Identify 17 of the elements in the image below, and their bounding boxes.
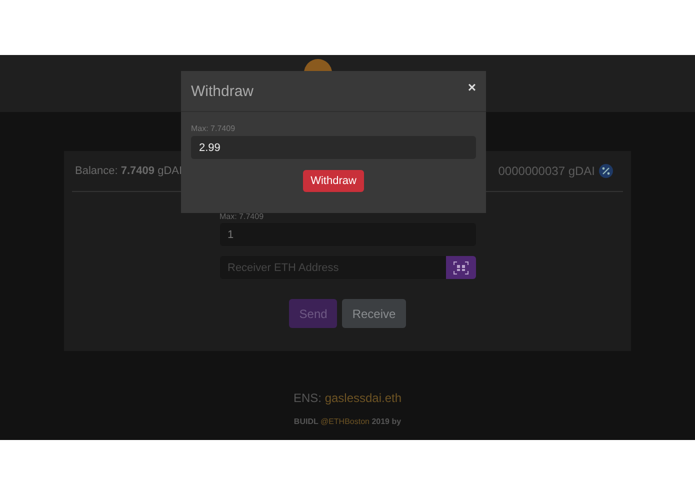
withdraw-button[interactable]: Withdraw bbox=[302, 170, 364, 192]
withdraw-amount-field[interactable]: 2.99 bbox=[191, 136, 476, 159]
credit-text: BUIDL @ETHBoston 2019 by bbox=[293, 417, 402, 426]
close-button[interactable]: × bbox=[468, 79, 476, 95]
percent-icon[interactable] bbox=[599, 164, 613, 178]
receive-button[interactable]: Receive bbox=[342, 299, 406, 328]
max-label: Max: 7.7409 bbox=[191, 124, 236, 133]
balance-text: Balance: 7.7409 gDAI bbox=[75, 165, 182, 177]
ethboston-link[interactable]: @ETHBoston bbox=[320, 417, 370, 426]
max-label: Max: 7.7409 bbox=[220, 212, 265, 221]
send-button[interactable]: Send bbox=[289, 299, 338, 328]
qr-code-icon bbox=[452, 260, 468, 274]
ens-text: ENS: gaslessdai.eth bbox=[293, 391, 402, 405]
balance-value: 0000000037 gDAI bbox=[498, 164, 595, 178]
dialog-title: Withdraw bbox=[191, 82, 254, 100]
qr-scan-button[interactable] bbox=[446, 256, 476, 279]
amount-field[interactable]: 1 bbox=[220, 223, 476, 246]
